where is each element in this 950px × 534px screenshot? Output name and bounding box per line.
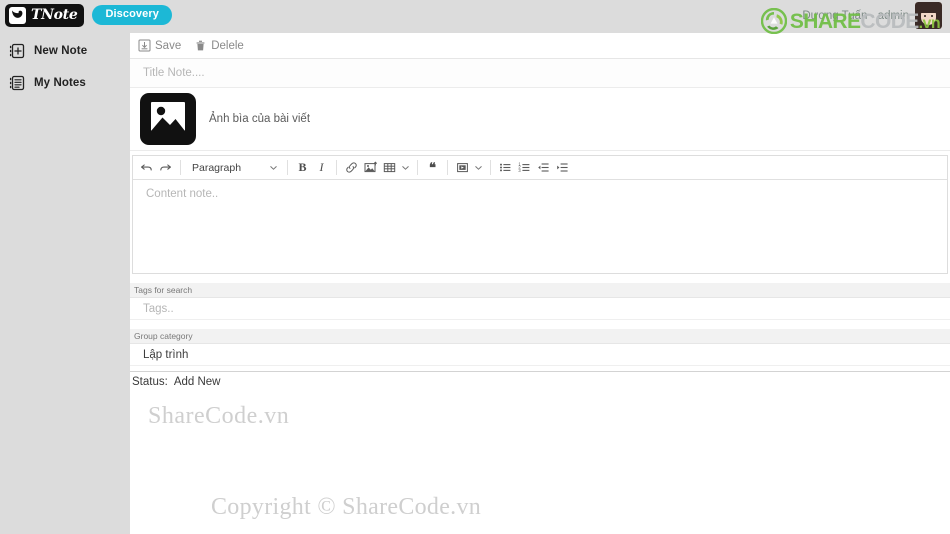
cover-image-row: Ảnh bìa của bài viết — [130, 88, 950, 151]
new-note-icon — [9, 43, 25, 59]
save-icon — [138, 39, 151, 52]
media-chevron-down-icon[interactable] — [472, 158, 485, 177]
bird-icon — [9, 6, 26, 24]
bold-button[interactable]: B — [293, 158, 312, 177]
delete-label: Delele — [211, 39, 244, 52]
insert-media-icon[interactable] — [453, 158, 472, 177]
sidebar-item-new-note[interactable]: New Note — [0, 38, 130, 64]
numbered-list-icon[interactable]: 1 2 3 — [515, 158, 534, 177]
logo-badge[interactable]: TNote — [5, 3, 85, 27]
block-format-value: Paragraph — [192, 161, 242, 174]
toolbar-divider — [490, 160, 491, 175]
cover-image-label: Ảnh bìa của bài viết — [209, 113, 311, 125]
svg-text:3: 3 — [518, 168, 521, 173]
copyright-watermark-text: Copyright © ShareCode.vn — [211, 494, 482, 520]
delete-button[interactable]: Delele — [194, 39, 244, 52]
insert-image-icon[interactable] — [361, 158, 380, 177]
top-header-bar: TNote Discovery Dương Tuấn - admin — [0, 0, 950, 33]
toolbar-divider — [336, 160, 337, 175]
tags-field-label: Tags for search — [130, 283, 950, 299]
undo-icon[interactable] — [137, 158, 156, 177]
user-account-area[interactable]: Dương Tuấn - admin — [802, 2, 942, 29]
cover-image-upload-button[interactable] — [140, 93, 196, 145]
toolbar-divider — [417, 160, 418, 175]
note-action-bar: Save Delele — [130, 33, 950, 59]
table-chevron-down-icon[interactable] — [399, 158, 412, 177]
category-field-label: Group category — [130, 329, 950, 345]
user-name-label: Dương Tuấn - admin — [802, 9, 909, 22]
outdent-icon[interactable] — [534, 158, 553, 177]
status-bar: Status: Add New — [130, 371, 950, 388]
save-button[interactable]: Save — [138, 39, 181, 52]
sidebar-item-my-notes[interactable]: My Notes — [0, 70, 130, 96]
status-label: Status: — [132, 376, 168, 389]
avatar[interactable] — [915, 2, 942, 29]
note-title-input[interactable] — [130, 58, 950, 88]
app-logo[interactable]: TNote Discovery — [5, 3, 172, 27]
status-value: Add New — [173, 376, 221, 389]
link-icon[interactable] — [342, 158, 361, 177]
toolbar-divider — [287, 160, 288, 175]
table-icon[interactable] — [380, 158, 399, 177]
tags-input[interactable]: Tags.. — [130, 298, 950, 321]
image-placeholder-icon — [149, 100, 187, 138]
toolbar-divider — [447, 160, 448, 175]
note-content-editable[interactable]: Content note.. — [133, 180, 947, 273]
editor-toolbar: Paragraph B I ❝ 1 2 3 — [133, 156, 947, 180]
bullet-list-icon[interactable] — [496, 158, 515, 177]
chevron-down-icon — [269, 163, 278, 172]
block-format-select[interactable]: Paragraph — [186, 158, 282, 177]
save-label: Save — [155, 39, 182, 52]
app-root: TNote Discovery Dương Tuấn - admin SHARE… — [0, 0, 950, 534]
discovery-button[interactable]: Discovery — [92, 5, 172, 25]
blockquote-button[interactable]: ❝ — [423, 158, 442, 177]
category-select[interactable]: Lập trình — [130, 344, 950, 367]
logo-text: TNote — [31, 7, 78, 23]
my-notes-icon — [9, 75, 25, 91]
indent-icon[interactable] — [553, 158, 572, 177]
sidebar: New Note My Notes — [0, 33, 130, 534]
sidebar-item-label: New Note — [34, 45, 88, 57]
rich-text-editor: Paragraph B I ❝ 1 2 3 Content note.. — [132, 155, 948, 274]
tags-field-block: Tags for search Tags.. — [130, 283, 950, 321]
main-content: Save Delele Title Note.... Ảnh bìa của b… — [130, 33, 950, 534]
toolbar-divider — [180, 160, 181, 175]
note-title-row — [130, 58, 950, 88]
trash-icon — [194, 39, 207, 52]
center-watermark-text: ShareCode.vn — [148, 403, 290, 429]
category-field-block: Group category Lập trình — [130, 329, 950, 367]
redo-icon[interactable] — [156, 158, 175, 177]
sidebar-item-label: My Notes — [34, 77, 86, 89]
italic-button[interactable]: I — [312, 158, 331, 177]
